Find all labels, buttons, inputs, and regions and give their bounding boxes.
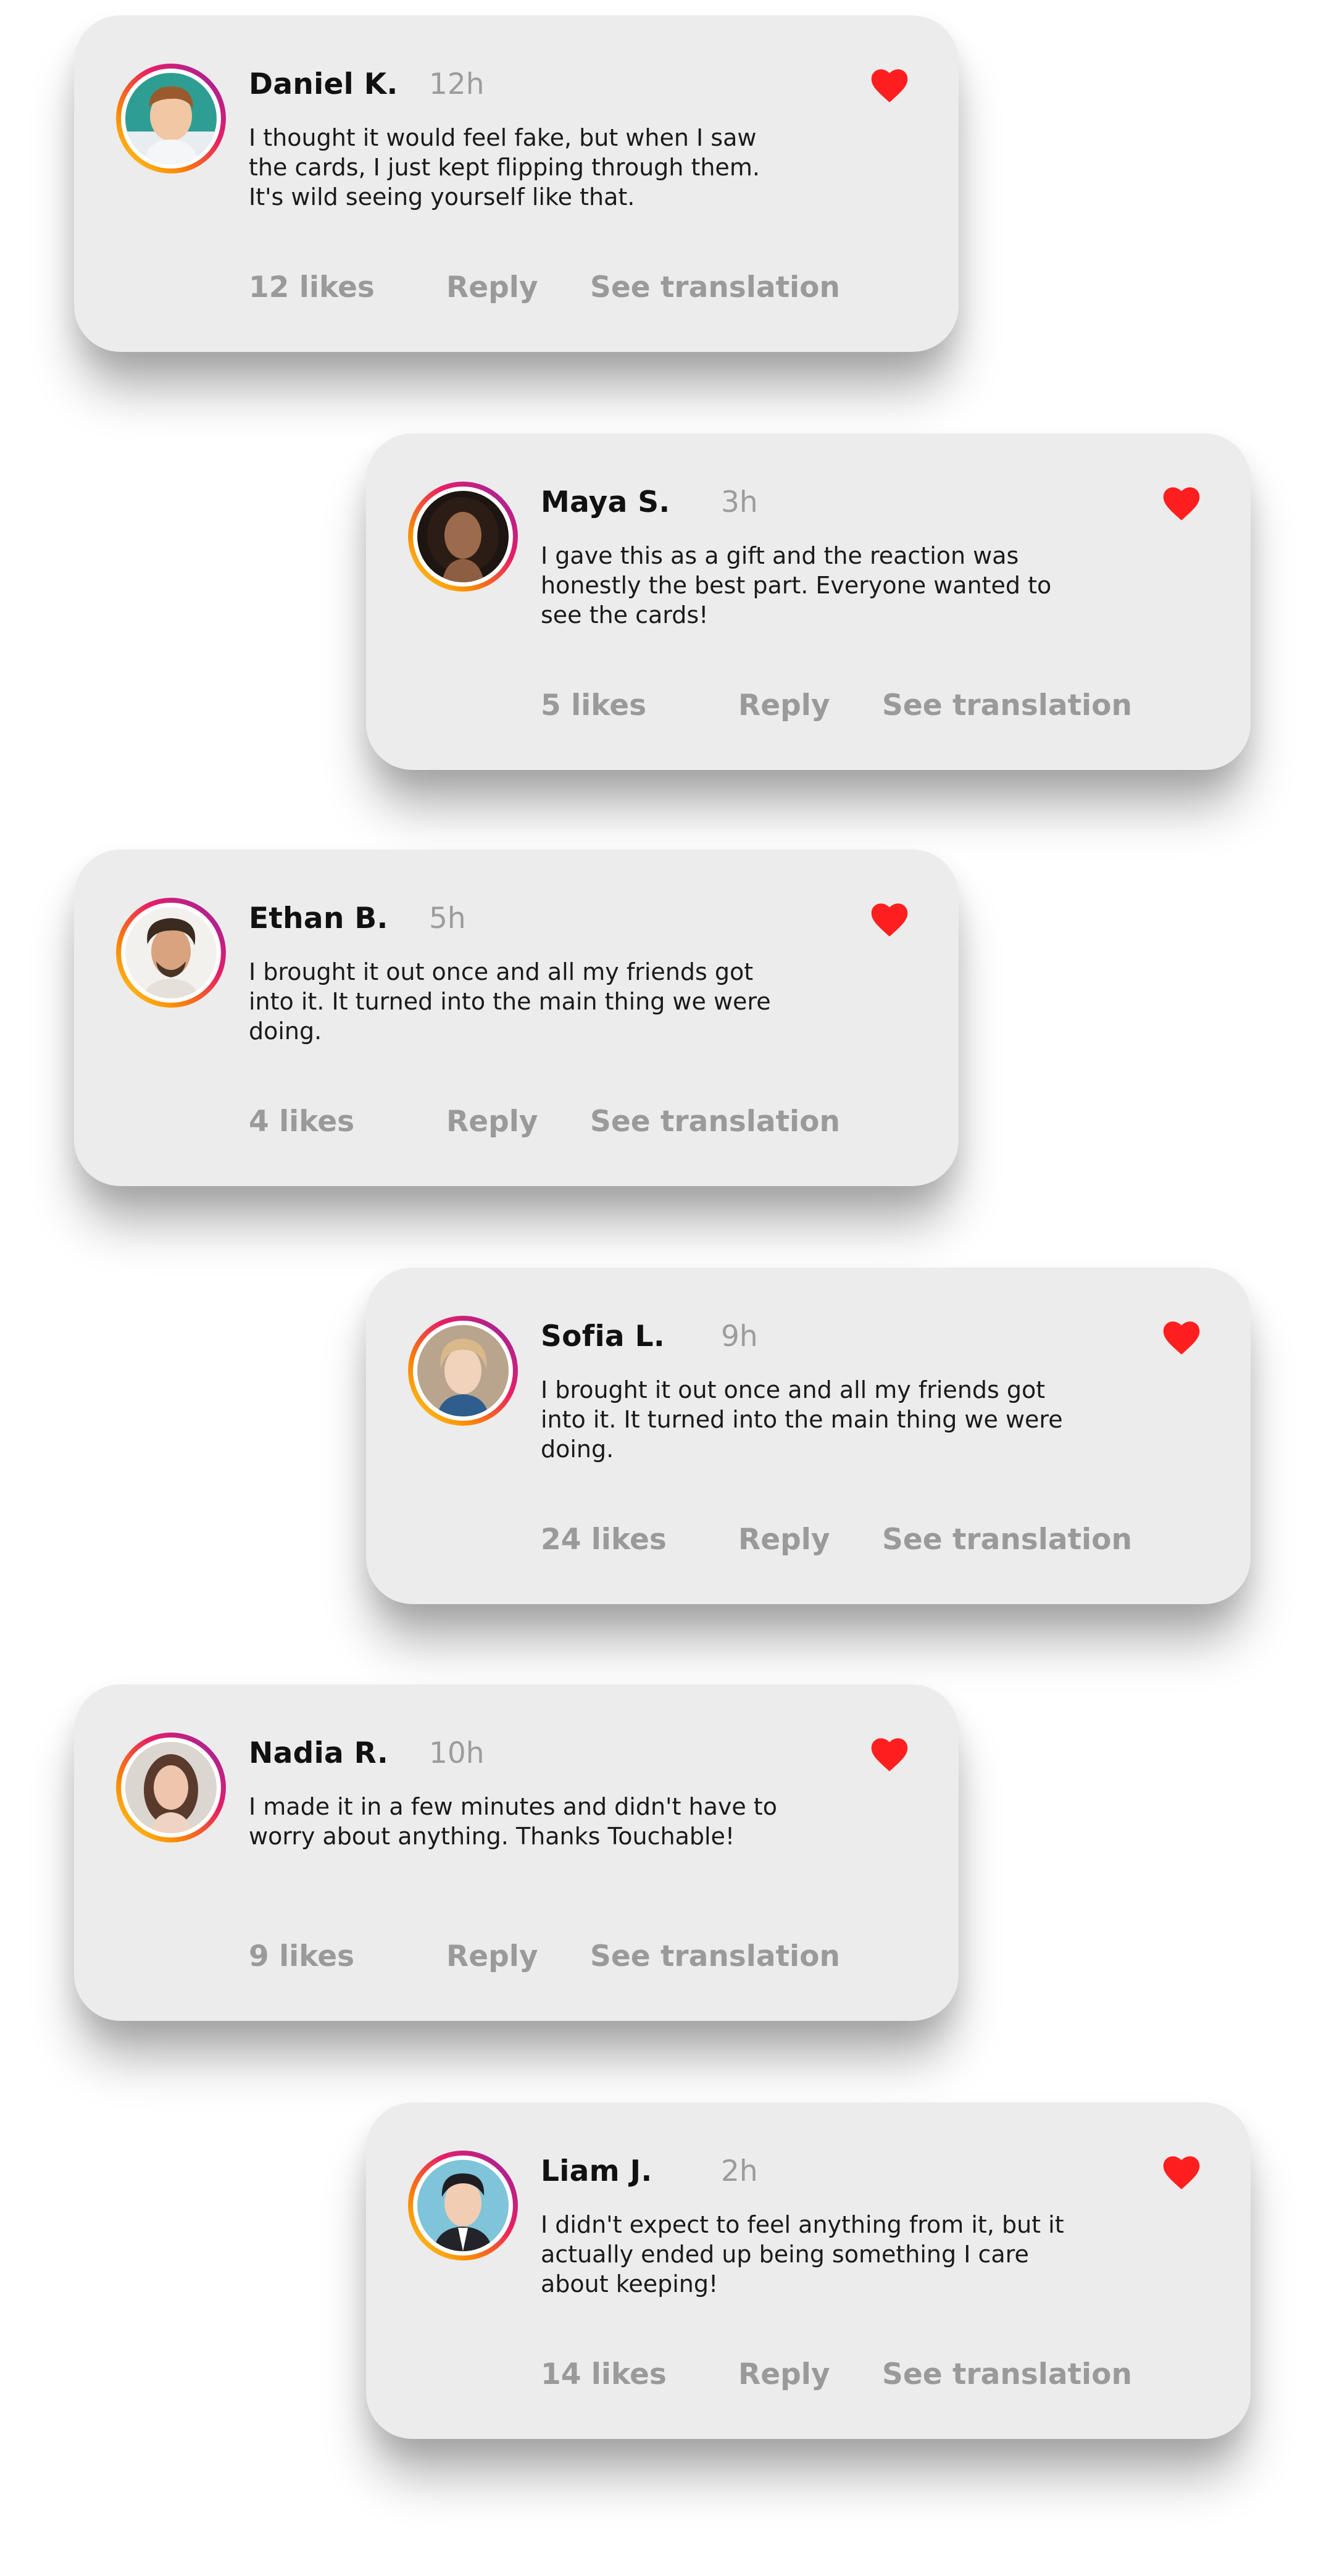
comment-text: I thought it would feel fake, but when I… — [249, 124, 760, 211]
likes-count[interactable]: 14 likes — [541, 2357, 667, 2391]
likes-count[interactable]: 5 likes — [541, 688, 646, 722]
comment-actions: 9 likes Reply See translation — [249, 1939, 897, 1976]
comment-time: 3h — [721, 485, 758, 519]
comment-actions: 24 likes Reply See translation — [541, 1523, 1189, 1560]
heart-icon[interactable] — [1162, 2156, 1201, 2190]
heart-icon[interactable] — [870, 1738, 909, 1772]
commenter-name[interactable]: Sofia L. — [541, 1319, 665, 1353]
comment-card: Sofia L. 9h I brought it out once and al… — [366, 1268, 1251, 1604]
likes-count[interactable]: 4 likes — [249, 1105, 354, 1139]
avatar-ring[interactable] — [116, 64, 226, 174]
avatar-ring[interactable] — [408, 482, 518, 592]
reply-button[interactable]: Reply — [738, 688, 830, 722]
comment-time: 12h — [429, 67, 485, 101]
avatar — [417, 2160, 509, 2251]
comment-time: 10h — [429, 1736, 485, 1770]
comment-time: 9h — [721, 1319, 758, 1353]
avatar-ring[interactable] — [116, 1733, 226, 1842]
comment-card: Daniel K. 12h I thought it would feel fa… — [74, 15, 959, 352]
heart-icon[interactable] — [870, 903, 909, 937]
comment-text: I gave this as a gift and the reaction w… — [541, 542, 1052, 629]
see-translation-link[interactable]: See translation — [882, 1523, 1132, 1557]
reply-button[interactable]: Reply — [738, 1523, 830, 1557]
avatar — [125, 73, 217, 164]
comment-card: Ethan B. 5h I brought it out once and al… — [74, 850, 959, 1186]
commenter-name[interactable]: Ethan B. — [249, 901, 388, 935]
commenter-name[interactable]: Liam J. — [541, 2154, 652, 2188]
likes-count[interactable]: 24 likes — [541, 1523, 667, 1557]
likes-count[interactable]: 9 likes — [249, 1939, 354, 1973]
heart-icon[interactable] — [1162, 487, 1201, 521]
see-translation-link[interactable]: See translation — [590, 270, 840, 304]
reply-button[interactable]: Reply — [446, 1105, 538, 1139]
see-translation-link[interactable]: See translation — [590, 1939, 840, 1973]
comment-card: Liam J. 2h I didn't expect to feel anyth… — [366, 2102, 1251, 2439]
comment-time: 5h — [429, 901, 466, 935]
avatar-ring[interactable] — [408, 2151, 518, 2260]
avatar — [125, 907, 217, 998]
commenter-name[interactable]: Daniel K. — [249, 67, 398, 101]
avatar — [417, 491, 509, 582]
see-translation-link[interactable]: See translation — [882, 2357, 1132, 2391]
likes-count[interactable]: 12 likes — [249, 270, 375, 304]
comment-card: Nadia R. 10h I made it in a few minutes … — [74, 1684, 959, 2021]
comment-actions: 14 likes Reply See translation — [541, 2357, 1189, 2394]
commenter-name[interactable]: Maya S. — [541, 485, 670, 519]
heart-icon[interactable] — [870, 69, 909, 103]
heart-icon[interactable] — [1162, 1321, 1201, 1355]
comment-text: I brought it out once and all my friends… — [541, 1376, 1063, 1463]
comment-text: I didn't expect to feel anything from it… — [541, 2211, 1064, 2298]
comment-text: I brought it out once and all my friends… — [249, 958, 771, 1045]
reply-button[interactable]: Reply — [446, 1939, 538, 1973]
comment-actions: 12 likes Reply See translation — [249, 270, 897, 307]
comment-actions: 4 likes Reply See translation — [249, 1105, 897, 1142]
commenter-name[interactable]: Nadia R. — [249, 1736, 388, 1770]
comment-actions: 5 likes Reply See translation — [541, 688, 1189, 726]
avatar — [125, 1742, 217, 1833]
avatar — [417, 1325, 509, 1416]
reply-button[interactable]: Reply — [738, 2357, 830, 2391]
reply-button[interactable]: Reply — [446, 270, 538, 304]
avatar-ring[interactable] — [116, 898, 226, 1008]
comment-time: 2h — [721, 2154, 758, 2188]
avatar-ring[interactable] — [408, 1316, 518, 1426]
comment-text: I made it in a few minutes and didn't ha… — [249, 1793, 777, 1850]
comment-card: Maya S. 3h I gave this as a gift and the… — [366, 433, 1251, 770]
see-translation-link[interactable]: See translation — [882, 688, 1132, 722]
comments-page: Daniel K. 12h I thought it would feel fa… — [0, 0, 1329, 2576]
see-translation-link[interactable]: See translation — [590, 1105, 840, 1139]
